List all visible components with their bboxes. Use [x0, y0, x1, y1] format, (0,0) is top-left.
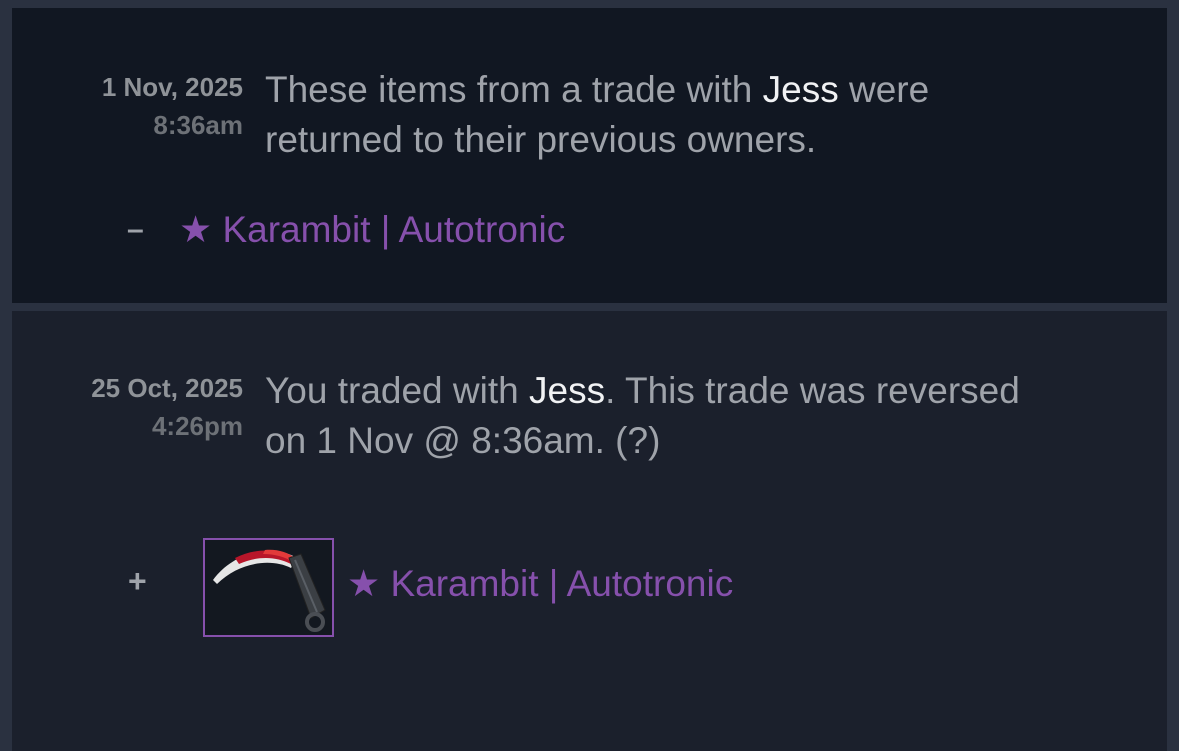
entry-description: You traded with Jess. This trade was rev…: [265, 366, 1020, 466]
description-text: returned to their previous owners.: [265, 119, 817, 160]
karambit-knife-icon: [213, 549, 326, 632]
entry-date: 25 Oct, 2025: [91, 373, 243, 403]
item-name-link[interactable]: ★ Karambit | Autotronic: [179, 208, 565, 252]
entry-timestamp: 25 Oct, 2025 4:26pm: [91, 369, 243, 445]
entry-description: These items from a trade with Jess were …: [265, 65, 929, 165]
entry-time: 4:26pm: [151, 411, 243, 441]
description-text: You traded with: [265, 370, 529, 411]
trade-history-entry: 25 Oct, 2025 4:26pm You traded with Jess…: [12, 311, 1167, 751]
description-text: were: [838, 69, 930, 110]
trade-partner-link[interactable]: Jess: [529, 370, 605, 411]
entry-timestamp: 1 Nov, 2025 8:36am: [102, 68, 243, 144]
entry-date: 1 Nov, 2025: [101, 72, 243, 102]
item-added-indicator: +: [128, 563, 147, 599]
entry-time: 8:36am: [153, 110, 243, 140]
description-text: . This trade was reversed: [605, 370, 1020, 411]
item-thumbnail[interactable]: [203, 538, 334, 637]
item-name-link[interactable]: ★ Karambit | Autotronic: [347, 562, 733, 606]
trade-history-entry: 1 Nov, 2025 8:36am These items from a tr…: [12, 8, 1167, 303]
description-text: These items from a trade with: [265, 69, 763, 110]
item-removed-indicator: –: [127, 213, 144, 246]
description-text: on 1 Nov @ 8:36am. (?): [265, 420, 661, 461]
trade-partner-link[interactable]: Jess: [763, 69, 839, 110]
